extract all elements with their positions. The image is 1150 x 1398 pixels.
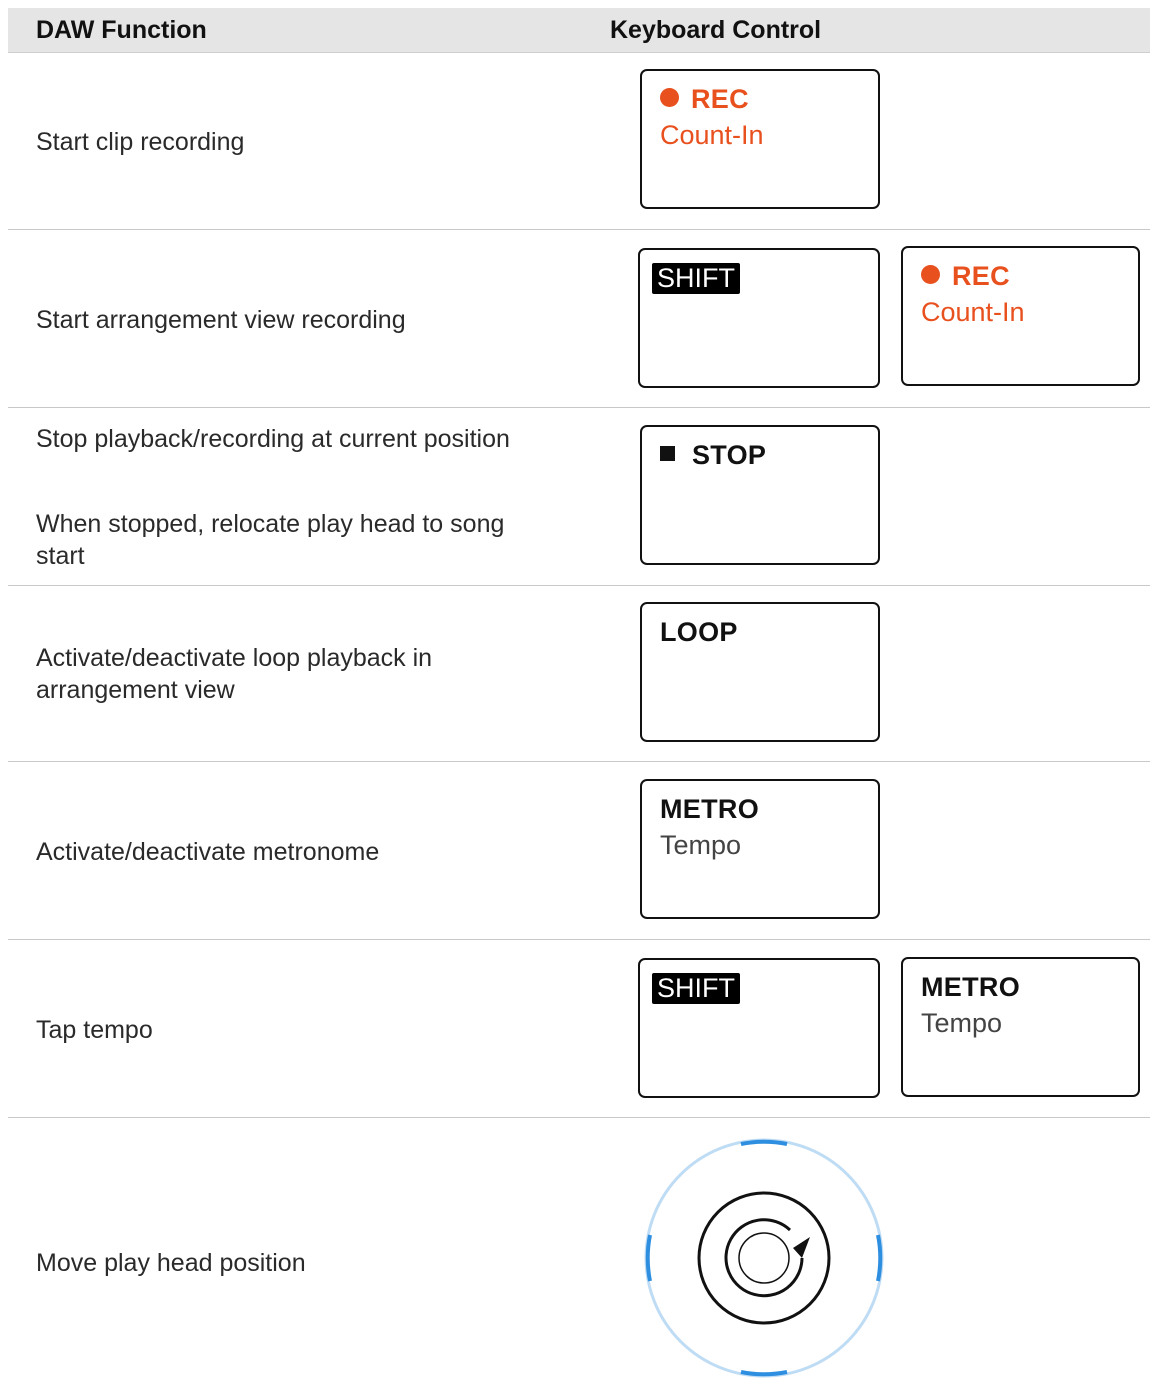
function-text: Activate/deactivate metronome (36, 838, 380, 866)
shift-label: SHIFT (652, 973, 740, 1004)
loop-button: LOOP (640, 602, 880, 742)
count-in-label: Count-In (660, 120, 764, 150)
tempo-label: Tempo (660, 830, 742, 860)
metro-button: METRO Tempo (640, 779, 880, 919)
4-d-encoder-rotate-icon (644, 1138, 884, 1378)
rotate-arrow-path (724, 1218, 804, 1298)
shift-label: SHIFT (652, 263, 740, 294)
table-row: Activate/deactivate loop playback in arr… (8, 586, 1150, 762)
metro-label: METRO (660, 794, 759, 824)
shift-button: SHIFT (638, 958, 880, 1098)
header-daw-function: DAW Function (36, 16, 207, 44)
rec-button: REC Count-In (640, 69, 880, 209)
encoder-center (738, 1232, 790, 1284)
encoder-outer-ring (644, 1138, 884, 1378)
function-text: Stop playback/recording at current posit… (36, 425, 510, 453)
encoder-mark-left (645, 1234, 652, 1282)
function-text: Start clip recording (36, 128, 245, 156)
function-text-secondary: When stopped, relocate play head to song… (36, 510, 505, 570)
encoder-knob (697, 1191, 831, 1325)
rec-button: REC Count-In (901, 246, 1140, 386)
header-keyboard-control: Keyboard Control (610, 16, 822, 44)
function-text: Move play head position (36, 1249, 306, 1277)
rotate-arrow-head (793, 1237, 810, 1258)
encoder-mark-right (876, 1234, 883, 1282)
table-header: DAW Function Keyboard Control (8, 8, 1150, 53)
stop-button: STOP (640, 425, 880, 565)
loop-label: LOOP (660, 617, 738, 647)
rec-label: REC (952, 261, 1010, 291)
table-row: Start arrangement view recording SHIFT R… (8, 230, 1150, 408)
tempo-label: Tempo (921, 1008, 1003, 1038)
shift-button: SHIFT (638, 248, 880, 388)
function-text: Activate/deactivate loop playback in arr… (36, 644, 433, 704)
metro-button: METRO Tempo (901, 957, 1140, 1097)
stop-square-icon (660, 446, 675, 461)
table-row: Tap tempo SHIFT METRO Tempo (8, 940, 1150, 1118)
table-row: Stop playback/recording at current posit… (8, 408, 1150, 586)
function-text: Tap tempo (36, 1016, 153, 1044)
encoder-mark-top (740, 1139, 788, 1146)
keyboard-control-table: DAW Function Keyboard Control Start clip… (8, 8, 1150, 1398)
encoder-mark-bottom (740, 1370, 788, 1377)
rec-label: REC (691, 84, 749, 114)
count-in-label: Count-In (921, 297, 1025, 327)
function-text: Start arrangement view recording (36, 306, 406, 334)
table-row: Move play head position (8, 1118, 1150, 1398)
stop-label: STOP (692, 440, 767, 470)
record-dot-icon (660, 88, 679, 107)
table-row: Activate/deactivate metronome METRO Temp… (8, 762, 1150, 940)
table-row: Start clip recording REC Count-In (8, 53, 1150, 230)
record-dot-icon (921, 265, 940, 284)
metro-label: METRO (921, 972, 1020, 1002)
